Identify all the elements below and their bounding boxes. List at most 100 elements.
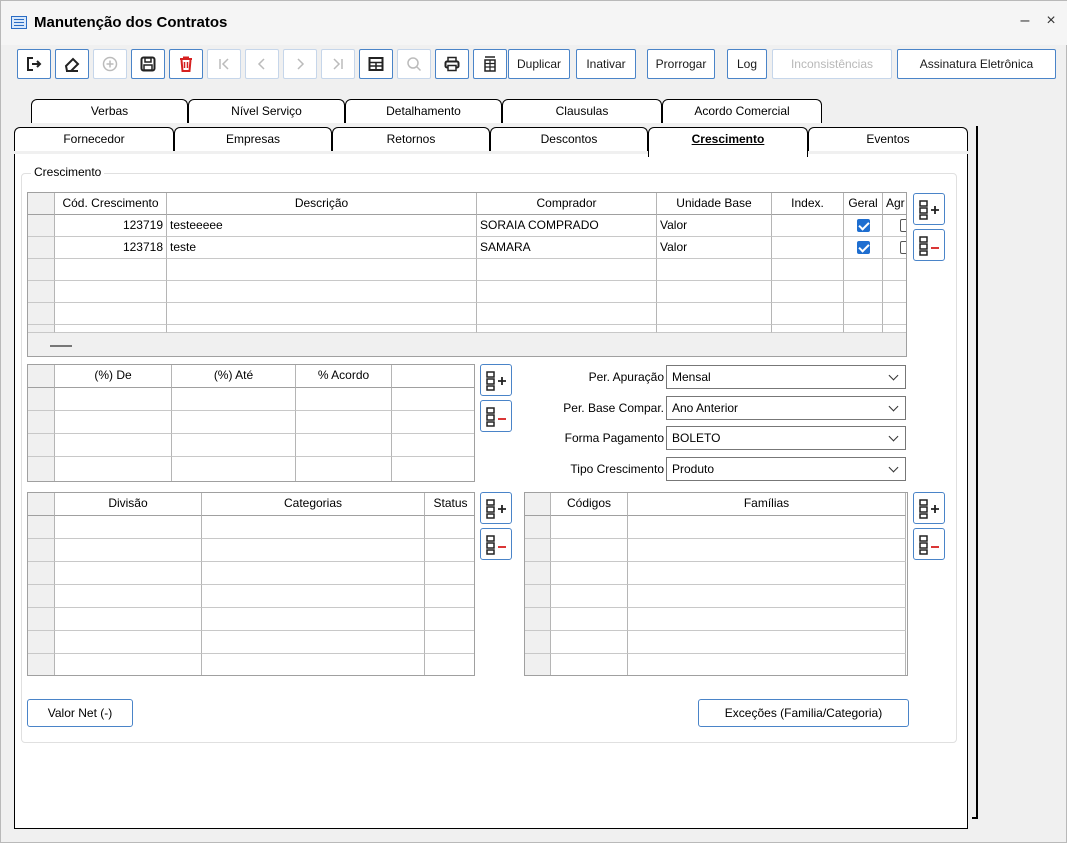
empty-cell[interactable] (55, 388, 172, 411)
cell-geral[interactable] (844, 237, 883, 259)
empty-cell[interactable] (202, 516, 425, 539)
empty-cell[interactable] (55, 325, 167, 333)
row-header[interactable] (28, 585, 55, 608)
row-header[interactable] (28, 237, 55, 259)
col-divisao[interactable]: Divisão (55, 493, 202, 516)
remove-row-button[interactable] (913, 229, 945, 261)
empty-cell[interactable] (172, 411, 296, 434)
empty-cell[interactable] (772, 303, 844, 325)
extend-button[interactable]: Prorrogar (647, 49, 715, 79)
col-percent-de[interactable]: (%) De (55, 365, 172, 388)
row-header[interactable] (28, 388, 55, 411)
empty-cell[interactable] (202, 631, 425, 654)
empty-cell[interactable] (477, 259, 657, 281)
row-header[interactable] (28, 516, 55, 539)
empty-cell[interactable] (202, 562, 425, 585)
row-header[interactable] (28, 608, 55, 631)
empty-cell[interactable] (55, 516, 202, 539)
empty-cell[interactable] (202, 539, 425, 562)
exit-button[interactable] (17, 49, 51, 79)
row-header[interactable] (28, 281, 55, 303)
search-button[interactable] (397, 49, 431, 79)
empty-cell[interactable] (55, 608, 202, 631)
tab-retornos[interactable]: Retornos (332, 127, 490, 151)
empty-cell[interactable] (296, 434, 392, 457)
previous-record-button[interactable] (245, 49, 279, 79)
remove-faixa-button[interactable] (480, 400, 512, 432)
inconsistencies-button[interactable]: Inconsistências (772, 49, 892, 79)
next-record-button[interactable] (283, 49, 317, 79)
valor-net-button[interactable]: Valor Net (-) (27, 699, 133, 727)
empty-cell[interactable] (55, 539, 202, 562)
per-apuracao-select[interactable]: Mensal (666, 365, 906, 389)
electronic-signature-button[interactable]: Assinatura Eletrônica (897, 49, 1056, 79)
empty-cell[interactable] (551, 539, 628, 562)
per-base-select[interactable]: Ano Anterior (666, 396, 906, 420)
close-button[interactable]: × (1041, 12, 1061, 30)
tab-fornecedor[interactable]: Fornecedor (14, 127, 174, 151)
save-button[interactable] (131, 49, 165, 79)
empty-cell[interactable] (55, 259, 167, 281)
empty-cell[interactable] (55, 654, 202, 675)
empty-cell[interactable] (55, 562, 202, 585)
cell-unidade[interactable]: Valor (657, 215, 772, 237)
cell-codigo[interactable]: 123718 (55, 237, 167, 259)
empty-cell[interactable] (628, 539, 906, 562)
cell-comprador[interactable]: SORAIA COMPRADO (477, 215, 657, 237)
tab-detalhamento[interactable]: Detalhamento (345, 99, 502, 123)
empty-cell[interactable] (628, 608, 906, 631)
empty-cell[interactable] (202, 654, 425, 675)
add-codigo-button[interactable] (913, 492, 945, 524)
row-header[interactable] (28, 215, 55, 237)
empty-cell[interactable] (392, 434, 474, 457)
col-agr[interactable]: Agr (883, 193, 906, 215)
empty-cell[interactable] (425, 539, 474, 562)
empty-cell[interactable] (772, 325, 844, 333)
col-unidade-base[interactable]: Unidade Base (657, 193, 772, 215)
empty-cell[interactable] (55, 457, 172, 481)
col-geral[interactable]: Geral (844, 193, 883, 215)
forma-pagamento-select[interactable]: BOLETO (666, 426, 906, 450)
row-header[interactable] (28, 411, 55, 434)
cell-index[interactable] (772, 215, 844, 237)
empty-cell[interactable] (628, 562, 906, 585)
remove-divisao-button[interactable] (480, 528, 512, 560)
cell-comprador[interactable]: SAMARA (477, 237, 657, 259)
empty-cell[interactable] (657, 281, 772, 303)
empty-cell[interactable] (296, 388, 392, 411)
clear-button[interactable] (55, 49, 89, 79)
tab-verbas[interactable]: Verbas (31, 99, 188, 123)
empty-cell[interactable] (628, 631, 906, 654)
row-header[interactable] (28, 303, 55, 325)
col-familias[interactable]: Famílias (628, 493, 906, 516)
empty-cell[interactable] (657, 303, 772, 325)
row-header[interactable] (525, 654, 551, 675)
empty-cell[interactable] (628, 654, 906, 675)
empty-cell[interactable] (551, 562, 628, 585)
log-button[interactable]: Log (727, 49, 767, 79)
empty-cell[interactable] (55, 434, 172, 457)
empty-cell[interactable] (551, 608, 628, 631)
empty-cell[interactable] (425, 516, 474, 539)
calendar-button[interactable] (473, 49, 507, 79)
row-header[interactable] (28, 539, 55, 562)
duplicate-button[interactable]: Duplicar (508, 49, 570, 79)
empty-cell[interactable] (772, 259, 844, 281)
empty-cell[interactable] (55, 585, 202, 608)
col-index[interactable]: Index. (772, 193, 844, 215)
empty-cell[interactable] (772, 281, 844, 303)
row-header[interactable] (525, 608, 551, 631)
remove-codigo-button[interactable] (913, 528, 945, 560)
empty-cell[interactable] (167, 281, 477, 303)
cell-descricao[interactable]: teste (167, 237, 477, 259)
row-header[interactable] (525, 562, 551, 585)
empty-cell[interactable] (167, 259, 477, 281)
col-percent-ate[interactable]: (%) Até (172, 365, 296, 388)
add-faixa-button[interactable] (480, 364, 512, 396)
tab-eventos[interactable]: Eventos (808, 127, 968, 151)
tab-descontos[interactable]: Descontos (490, 127, 648, 151)
empty-cell[interactable] (657, 325, 772, 333)
row-header[interactable] (28, 325, 55, 333)
row-header[interactable] (525, 585, 551, 608)
col-codigo[interactable]: Cód. Crescimento (55, 193, 167, 215)
